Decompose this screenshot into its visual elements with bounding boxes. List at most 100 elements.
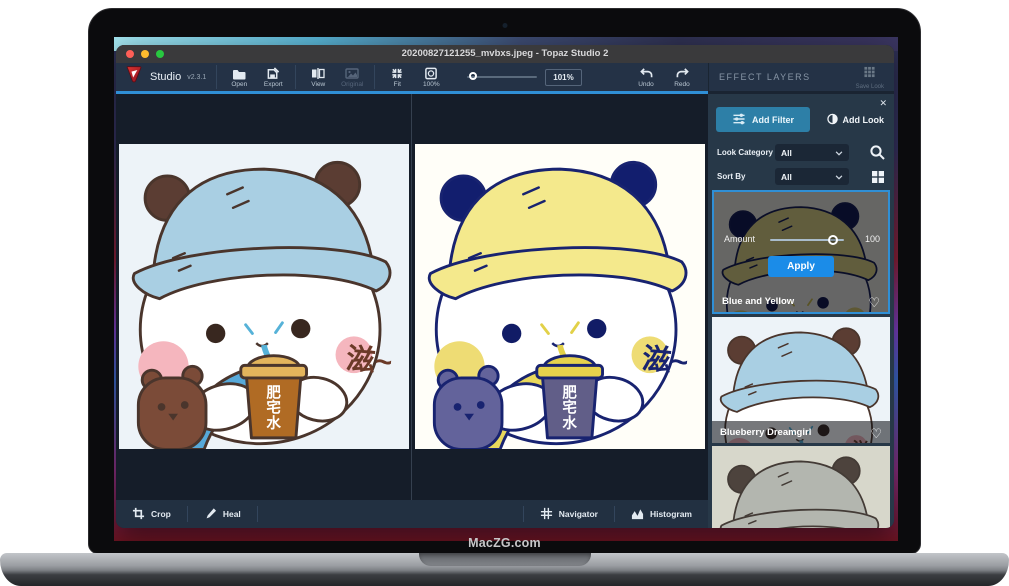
- navigator-icon: [540, 507, 553, 522]
- save-look-label: Save Look: [856, 84, 884, 90]
- look-category-row: Look Category All: [708, 144, 894, 161]
- chevron-down-icon: [835, 148, 843, 158]
- export-button[interactable]: Export: [261, 67, 285, 88]
- look-card-blue-and-yellow[interactable]: 肥宅水 滋~ Amount 100 Apply: [712, 190, 890, 314]
- crop-icon: [132, 507, 145, 522]
- add-filter-button[interactable]: Add Filter: [716, 107, 810, 132]
- look-category-label: Look Category: [717, 148, 775, 157]
- main-area: 肥宅水 滋~ 肥宅水 滋~: [116, 94, 894, 528]
- folder-icon: [232, 67, 246, 80]
- laptop-frame: 20200827121255_mvbxs.jpeg - Topaz Studio…: [88, 8, 921, 554]
- amount-slider-track[interactable]: [770, 239, 844, 241]
- sort-by-label: Sort By: [717, 172, 775, 181]
- separator: [257, 506, 258, 522]
- edit-tools: Crop Heal: [116, 506, 270, 522]
- before-image: 肥宅水 滋~: [119, 144, 409, 450]
- separator: [187, 506, 188, 522]
- effect-layers-header: EFFECT LAYERS: [719, 72, 811, 82]
- sort-by-select[interactable]: All: [775, 168, 849, 185]
- heal-button[interactable]: Heal: [200, 507, 245, 522]
- bottom-toolbar: Crop Heal: [116, 500, 708, 528]
- favorite-heart-icon[interactable]: ♡: [868, 296, 880, 309]
- view-button[interactable]: View: [306, 67, 330, 88]
- open-button[interactable]: Open: [227, 67, 251, 88]
- redo-icon: [675, 67, 690, 80]
- history-group: Undo Redo: [634, 67, 700, 88]
- view-group: View Original: [295, 65, 374, 89]
- look-card-blueberry-dreamgirl[interactable]: 肥宅水 滋~ Blueberry Dreamgirl ♡: [712, 317, 890, 443]
- laptop-screen: 20200827121255_mvbxs.jpeg - Topaz Studio…: [114, 37, 898, 541]
- zoom-100-button[interactable]: 100%: [419, 67, 443, 88]
- histogram-button[interactable]: Histogram: [627, 507, 696, 522]
- effect-layers-panel: ✕ Add Filter Add Look: [708, 94, 894, 528]
- look-name: Blueberry Dreamgirl: [720, 427, 811, 438]
- separator: [523, 506, 524, 522]
- panel-header: EFFECT LAYERS Save Look: [708, 63, 894, 91]
- canvas-column: 肥宅水 滋~ 肥宅水 滋~: [116, 94, 708, 528]
- app-version: v2.3.1: [187, 74, 206, 81]
- amount-row: Amount 100: [714, 232, 888, 246]
- original-button[interactable]: Original: [340, 67, 364, 88]
- search-icon[interactable]: [870, 145, 885, 160]
- save-look-button[interactable]: Save Look: [856, 65, 884, 90]
- zoom-slider-track[interactable]: [467, 76, 537, 78]
- look-card-partial[interactable]: 肥宅水 滋~: [712, 446, 890, 528]
- favorite-heart-icon[interactable]: ♡: [870, 427, 882, 440]
- heal-pencil-icon: [204, 507, 217, 522]
- svg-text:滋~: 滋~: [641, 342, 690, 379]
- laptop-base: [0, 553, 1009, 586]
- app-window: 20200827121255_mvbxs.jpeg - Topaz Studio…: [116, 45, 894, 528]
- undo-button[interactable]: Undo: [634, 67, 658, 88]
- image-canvas[interactable]: 肥宅水 滋~ 肥宅水 滋~: [116, 94, 708, 500]
- split-view-icon: [311, 67, 325, 80]
- zoom-slider-knob[interactable]: [469, 72, 477, 80]
- looks-list: 肥宅水 滋~ Amount 100 Apply: [712, 190, 890, 528]
- view-tools: Navigator Histogram: [511, 506, 708, 522]
- look-thumbnail: 肥宅水 滋~: [714, 192, 888, 312]
- amount-label: Amount: [724, 234, 755, 244]
- half-circle-look-icon: [827, 113, 838, 127]
- webcam-dot: [502, 23, 507, 28]
- export-icon: [266, 67, 280, 80]
- look-category-select[interactable]: All: [775, 144, 849, 161]
- svg-text:滋~: 滋~: [345, 342, 394, 379]
- toolbar: Studio v2.3.1 Open Export: [116, 63, 894, 91]
- sort-by-row: Sort By All: [708, 168, 894, 185]
- zoom-value[interactable]: 101%: [545, 69, 581, 86]
- app-logo-block: Studio v2.3.1: [124, 65, 216, 90]
- toolbar-left: Studio v2.3.1 Open Export: [116, 63, 708, 91]
- amount-slider-knob[interactable]: [828, 235, 838, 245]
- app-name: Studio: [150, 71, 181, 83]
- fit-arrows-icon: [390, 67, 404, 80]
- navigator-button[interactable]: Navigator: [536, 507, 602, 522]
- add-look-button[interactable]: Add Look: [827, 113, 885, 127]
- separator: [614, 506, 615, 522]
- svg-text:肥宅水: 肥宅水: [266, 384, 281, 432]
- amount-value: 100: [865, 234, 880, 244]
- crop-button[interactable]: Crop: [128, 507, 175, 522]
- zoom-slider: 101%: [467, 69, 581, 86]
- svg-text:肥宅水: 肥宅水: [562, 384, 577, 432]
- grid-view-icon[interactable]: [871, 170, 885, 184]
- chevron-down-icon: [835, 172, 843, 182]
- undo-icon: [639, 67, 654, 80]
- screenshot-root: 20200827121255_mvbxs.jpeg - Topaz Studio…: [0, 0, 1009, 586]
- after-image: 肥宅水 滋~: [415, 144, 705, 450]
- histogram-icon: [631, 507, 644, 522]
- actual-size-icon: [424, 67, 438, 80]
- zoom-group: Fit 100%: [374, 65, 453, 89]
- fit-button[interactable]: Fit: [385, 67, 409, 88]
- image-icon: [345, 67, 359, 80]
- after-pane: 肥宅水 滋~: [412, 94, 708, 500]
- look-thumbnail: 肥宅水 滋~: [712, 446, 890, 528]
- bezel-brand-text: MacZG.com: [89, 536, 920, 550]
- window-title: 20200827121255_mvbxs.jpeg - Topaz Studio…: [116, 45, 894, 63]
- apply-button[interactable]: Apply: [768, 256, 834, 277]
- save-look-grid-icon: [863, 65, 876, 83]
- add-row: Add Filter Add Look: [708, 107, 894, 132]
- before-pane: 肥宅水 滋~: [116, 94, 412, 500]
- lid-opening-notch: [419, 553, 591, 566]
- topaz-logo-icon: [124, 65, 144, 90]
- titlebar[interactable]: 20200827121255_mvbxs.jpeg - Topaz Studio…: [116, 45, 894, 63]
- redo-button[interactable]: Redo: [670, 67, 694, 88]
